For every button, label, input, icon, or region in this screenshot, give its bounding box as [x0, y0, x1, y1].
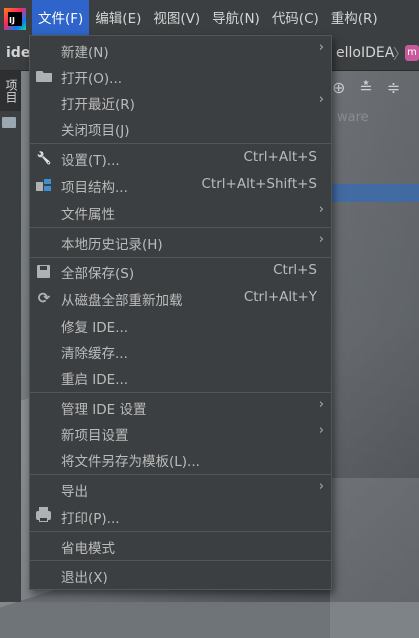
menu-item-label: 修复 IDE... [61, 320, 129, 336]
menu-item-restart-ide[interactable]: 重启 IDE... [30, 364, 331, 390]
background-shape [330, 478, 419, 638]
menu-separator [30, 143, 331, 144]
submenu-arrow-icon: › [318, 479, 324, 494]
menu-item-export[interactable]: 导出 › [30, 476, 331, 502]
expand-all-icon[interactable]: ≛ [359, 78, 372, 97]
submenu-arrow-icon: › [318, 92, 324, 107]
menu-bar: IJ 文件(F) 编辑(E) 视图(V) 导航(N) 代码(C) 重构(R) [0, 0, 419, 38]
menu-item-label: 退出(X) [61, 570, 108, 586]
menu-item-label: 打开最近(R) [61, 97, 135, 113]
menu-item-invalidate-caches[interactable]: 清除缓存... [30, 338, 331, 364]
menu-separator [30, 392, 331, 393]
add-target-icon[interactable]: ⊕ [332, 78, 345, 97]
menu-file[interactable]: 文件(F) [32, 0, 90, 38]
menu-item-exit[interactable]: 退出(X) [30, 562, 331, 588]
menu-item-local-history[interactable]: 本地历史记录(H) › [30, 229, 331, 255]
menu-item-label: 全部保存(S) [61, 266, 135, 282]
collapse-all-icon[interactable]: ≑ [387, 78, 400, 97]
breadcrumb-file[interactable]: elloIDEA [336, 45, 394, 61]
selected-tree-row [332, 184, 419, 202]
printer-icon [36, 507, 51, 522]
reload-icon: ⟳ [37, 289, 51, 307]
menu-item-label: 导出 [61, 484, 88, 500]
menu-item-save-all[interactable]: 全部保存(S) Ctrl+S [30, 258, 331, 284]
menu-item-open-recent[interactable]: 打开最近(R) › [30, 89, 331, 115]
menu-item-close-project[interactable]: 关闭项目(J) [30, 115, 331, 141]
folder-open-icon [36, 71, 52, 82]
submenu-arrow-icon: › [318, 40, 324, 55]
menu-item-label: 从磁盘全部重新加载 [61, 293, 183, 309]
editor-toolbar: ⊕ ≛ ≑ [332, 78, 400, 97]
menu-item-label: 设置(T)... [61, 153, 120, 169]
folder-icon [2, 117, 16, 128]
menu-navigate[interactable]: 导航(N) [206, 0, 266, 38]
menu-item-shortcut: Ctrl+Alt+Shift+S [201, 176, 318, 192]
save-icon [37, 265, 50, 278]
menu-item-label: 重启 IDE... [61, 372, 129, 388]
project-tool-tab[interactable]: 项目 [0, 71, 21, 111]
menu-item-repair-ide[interactable]: 修复 IDE... [30, 312, 331, 338]
menu-item-shortcut: Ctrl+Alt+S [243, 149, 318, 165]
menu-edit[interactable]: 编辑(E) [89, 0, 147, 38]
menu-item-settings[interactable]: 🔧 设置(T)... Ctrl+Alt+S [30, 145, 331, 171]
menu-separator [30, 560, 331, 561]
left-tool-strip: 项目 [0, 71, 21, 602]
menu-item-label: 打印(P)... [61, 511, 120, 527]
menu-item-label: 新建(N) [61, 45, 109, 61]
menu-separator [30, 531, 331, 532]
project-structure-icon [36, 179, 51, 191]
menu-item-manage-ide-settings[interactable]: 管理 IDE 设置 › [30, 394, 331, 420]
submenu-arrow-icon: › [318, 202, 324, 217]
menu-item-label: 打开(O)... [61, 71, 123, 87]
menu-item-file-properties[interactable]: 文件属性 › [30, 199, 331, 225]
menu-item-label: 清除缓存... [61, 346, 128, 362]
menu-item-label: 新项目设置 [61, 428, 129, 444]
menu-item-shortcut: Ctrl+S [273, 262, 317, 278]
menu-item-label: 省电模式 [61, 541, 115, 557]
menu-item-label: 项目结构... [61, 180, 128, 196]
menu-item-new-project-settings[interactable]: 新项目设置 › [30, 420, 331, 446]
submenu-arrow-icon: › [318, 423, 324, 438]
menu-item-shortcut: Ctrl+Alt+Y [243, 289, 317, 305]
menu-separator [30, 227, 331, 228]
submenu-arrow-icon: › [318, 232, 324, 247]
menu-view[interactable]: 视图(V) [147, 0, 206, 38]
menu-code[interactable]: 代码(C) [266, 0, 325, 38]
file-menu-dropdown: 新建(N) › 打开(O)... 打开最近(R) › 关闭项目(J) 🔧 设置(… [29, 35, 332, 590]
menu-item-label: 管理 IDE 设置 [61, 402, 147, 418]
menu-item-print[interactable]: 打印(P)... [30, 503, 331, 529]
menu-item-label: 将文件另存为模板(L)... [61, 454, 200, 470]
menu-refactor[interactable]: 重构(R) [325, 0, 384, 38]
intellij-logo-icon[interactable]: IJ [4, 8, 26, 30]
menu-item-label: 关闭项目(J) [61, 123, 130, 139]
breadcrumb-project[interactable]: ide [6, 45, 30, 61]
wrench-icon: 🔧 [36, 151, 52, 165]
menu-item-label: 本地历史记录(H) [61, 237, 163, 253]
menu-item-reload-from-disk[interactable]: ⟳ 从磁盘全部重新加载 Ctrl+Alt+Y [30, 285, 331, 311]
menu-item-label: 文件属性 [61, 207, 115, 223]
menu-item-project-structure[interactable]: 项目结构... Ctrl+Alt+Shift+S [30, 172, 331, 198]
menu-item-open[interactable]: 打开(O)... [30, 63, 331, 89]
file-type-icon[interactable]: m [405, 45, 419, 61]
menu-item-save-as-template[interactable]: 将文件另存为模板(L)... [30, 446, 331, 472]
menu-separator [30, 474, 331, 475]
submenu-arrow-icon: › [318, 397, 324, 412]
menu-item-power-save-mode[interactable]: 省电模式 [30, 533, 331, 559]
logo-text: IJ [8, 12, 22, 26]
background-text: ware [337, 110, 369, 125]
menu-item-new[interactable]: 新建(N) › [30, 37, 331, 63]
